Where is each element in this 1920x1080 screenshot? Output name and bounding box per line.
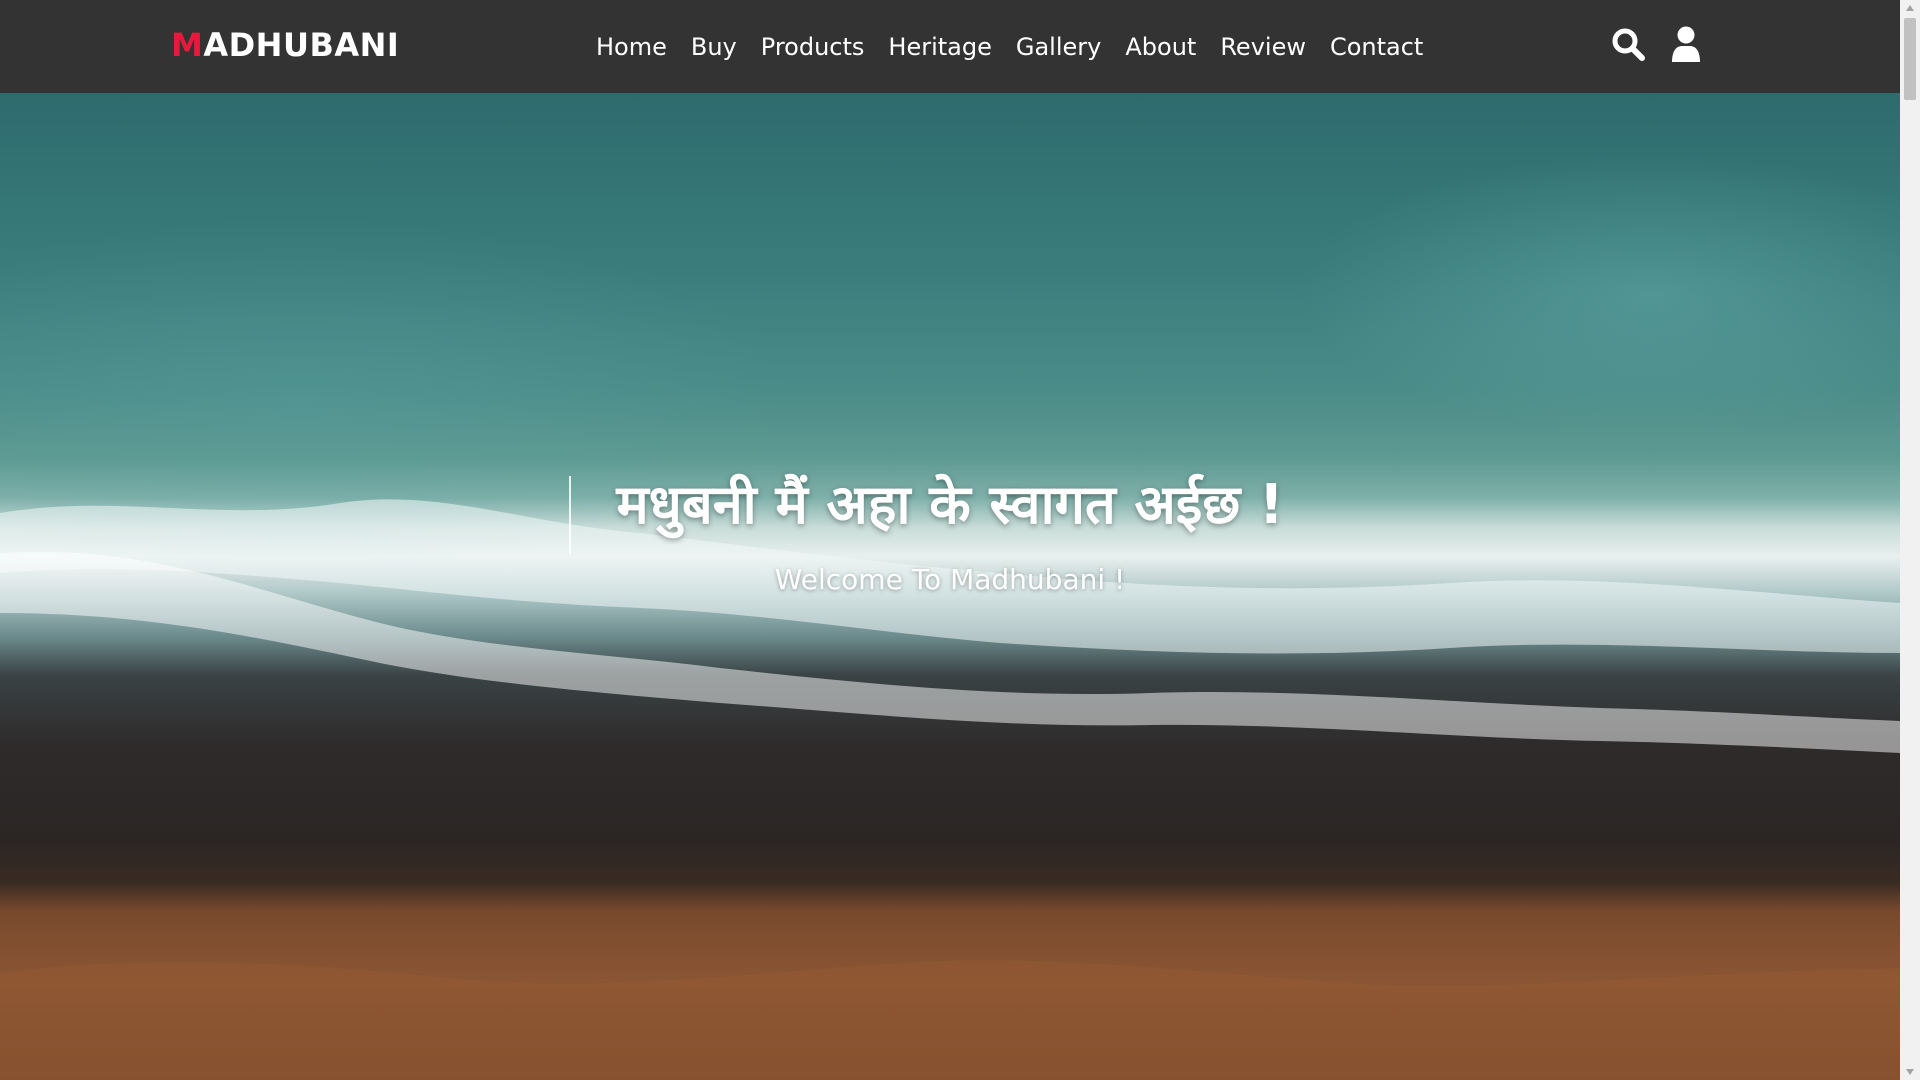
navbar: MADHUBANI Home Buy Products Heritage Gal… xyxy=(0,0,1900,93)
scroll-down-arrow-icon[interactable] xyxy=(1900,1064,1920,1080)
nav-link-review[interactable]: Review xyxy=(1210,27,1316,67)
nav-link-heritage[interactable]: Heritage xyxy=(878,27,1001,67)
nav-link-buy[interactable]: Buy xyxy=(681,27,747,67)
hero-subtitle: Welcome To Madhubani ! xyxy=(774,563,1126,596)
scrollbar[interactable] xyxy=(1900,0,1920,1080)
brand-logo-accent-letter: M xyxy=(171,26,204,64)
nav-link-home[interactable]: Home xyxy=(586,27,677,67)
scrollbar-thumb[interactable] xyxy=(1904,18,1916,100)
nav-icons xyxy=(1610,24,1704,64)
brand-logo-text: ADHUBANI xyxy=(203,26,400,64)
nav-link-about[interactable]: About xyxy=(1115,27,1206,67)
hero-title: मधुबनी मैं अहा के स्वागत अईछ ! xyxy=(616,473,1284,536)
page: MADHUBANI Home Buy Products Heritage Gal… xyxy=(0,0,1920,1080)
scroll-up-arrow-icon[interactable] xyxy=(1900,0,1920,16)
brand-logo[interactable]: MADHUBANI xyxy=(171,22,399,68)
search-icon[interactable] xyxy=(1610,24,1646,64)
hero-section: मधुबनी मैं अहा के स्वागत अईछ ! Welcome T… xyxy=(0,93,1900,1080)
user-icon[interactable] xyxy=(1668,24,1704,64)
nav-link-contact[interactable]: Contact xyxy=(1320,27,1433,67)
nav-link-products[interactable]: Products xyxy=(751,27,875,67)
nav-links: Home Buy Products Heritage Gallery About… xyxy=(586,0,1433,93)
nav-link-gallery[interactable]: Gallery xyxy=(1006,27,1111,67)
